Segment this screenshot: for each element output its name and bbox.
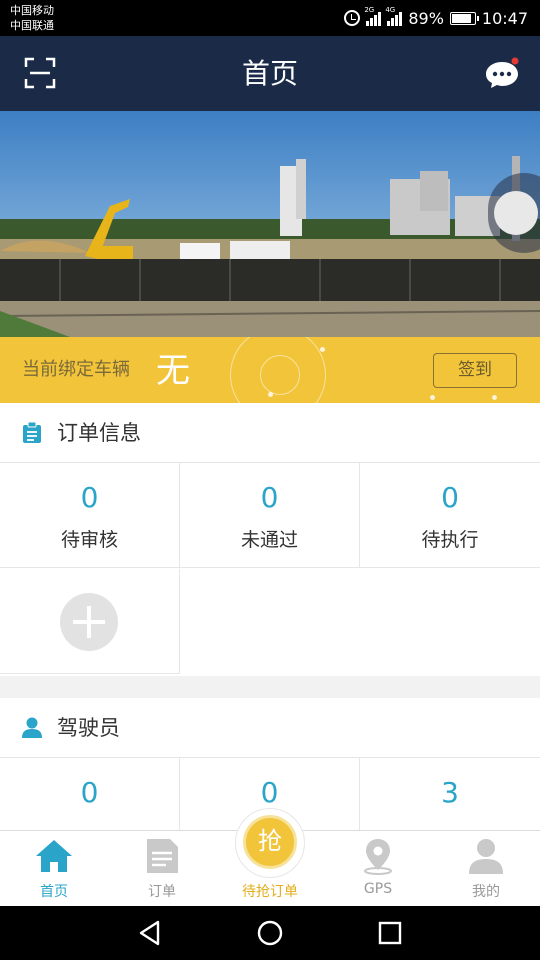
battery-percent: 89% [408, 8, 444, 28]
count: 0 [441, 481, 459, 514]
page-title: 首页 [241, 57, 298, 90]
label: 待执行 [421, 529, 479, 551]
count: 0 [260, 481, 279, 514]
clock: 10:47 [481, 8, 528, 28]
driver-header: 驾驶员 [0, 698, 540, 758]
count: 3 [441, 776, 459, 809]
decorative-dot [320, 347, 325, 352]
tab-orders-label: 订单 [148, 884, 176, 900]
tab-grab-label: 待抢订单 [242, 884, 298, 900]
home-circle-icon[interactable] [257, 920, 283, 946]
home-icon [36, 840, 72, 872]
vehicle-binding-bar: 当前绑定车辆 无 签到 [0, 337, 540, 403]
system-navigation-bar [0, 906, 540, 960]
carriers: 中国移动 中国联通 [10, 3, 54, 33]
decorative-ring [260, 355, 300, 395]
signal-icon-1: 2G [364, 6, 382, 26]
count: 0 [80, 776, 99, 809]
grab-order-button[interactable]: 抢 [243, 815, 297, 869]
add-icon[interactable] [60, 593, 118, 651]
count: 0 [260, 776, 279, 809]
chat-icon[interactable] [484, 57, 520, 91]
add-order-cell[interactable] [0, 569, 180, 674]
carrier-1: 中国移动 [10, 4, 54, 17]
tab-gps[interactable]: GPS [324, 831, 432, 907]
tab-gps-label: GPS [363, 881, 393, 897]
person-icon [22, 717, 42, 738]
order-info-grid: 0 待审核 0 未通过 0 待执行 [0, 463, 540, 675]
tab-orders[interactable]: 订单 [108, 831, 216, 907]
signal-icon-2: 4G [385, 6, 403, 26]
tab-mine-label: 我的 [472, 884, 500, 900]
recents-icon[interactable] [378, 921, 402, 945]
document-icon [147, 839, 178, 873]
driver-stat-3[interactable]: 3 [360, 758, 540, 830]
count: 0 [80, 481, 99, 514]
bound-vehicle-label: 当前绑定车辆 [22, 359, 130, 380]
decorative-dot [268, 392, 273, 397]
nav-bar: 首页 [0, 36, 540, 111]
tab-home-label: 首页 [40, 884, 68, 900]
carrier-2: 中国联通 [10, 19, 54, 32]
banner-image[interactable] [0, 111, 540, 337]
driver-title: 驾驶员 [57, 716, 120, 740]
status-right: 2G 4G 89% 10:47 [344, 0, 528, 36]
back-icon[interactable] [138, 920, 162, 946]
label: 未通过 [240, 529, 298, 551]
driver-stat-1[interactable]: 0 [0, 758, 180, 830]
label: 待审核 [60, 529, 118, 551]
industrial-scene-image [0, 111, 540, 337]
order-info-header: 订单信息 [0, 403, 540, 463]
location-pin-icon [364, 839, 392, 875]
decorative-dot [430, 395, 435, 400]
order-info-section: 订单信息 0 待审核 0 未通过 0 待执行 [0, 403, 540, 676]
tab-home[interactable]: 首页 [0, 831, 108, 907]
alarm-icon [344, 10, 361, 26]
user-icon [469, 839, 503, 874]
order-info-title: 订单信息 [57, 421, 141, 445]
floating-knob[interactable] [494, 191, 538, 235]
sign-in-button[interactable]: 签到 [433, 353, 517, 388]
clipboard-icon [23, 422, 41, 443]
bound-vehicle-value: 无 [156, 351, 190, 391]
order-pending-execution[interactable]: 0 待执行 [360, 463, 540, 568]
decorative-dot [492, 395, 497, 400]
status-bar: 中国移动 中国联通 2G 4G 89% 10:47 [0, 0, 540, 36]
battery-icon [449, 11, 479, 25]
order-rejected[interactable]: 0 未通过 [180, 463, 360, 568]
notification-dot [511, 57, 519, 65]
tab-mine[interactable]: 我的 [432, 831, 540, 907]
order-pending-review[interactable]: 0 待审核 [0, 463, 180, 568]
